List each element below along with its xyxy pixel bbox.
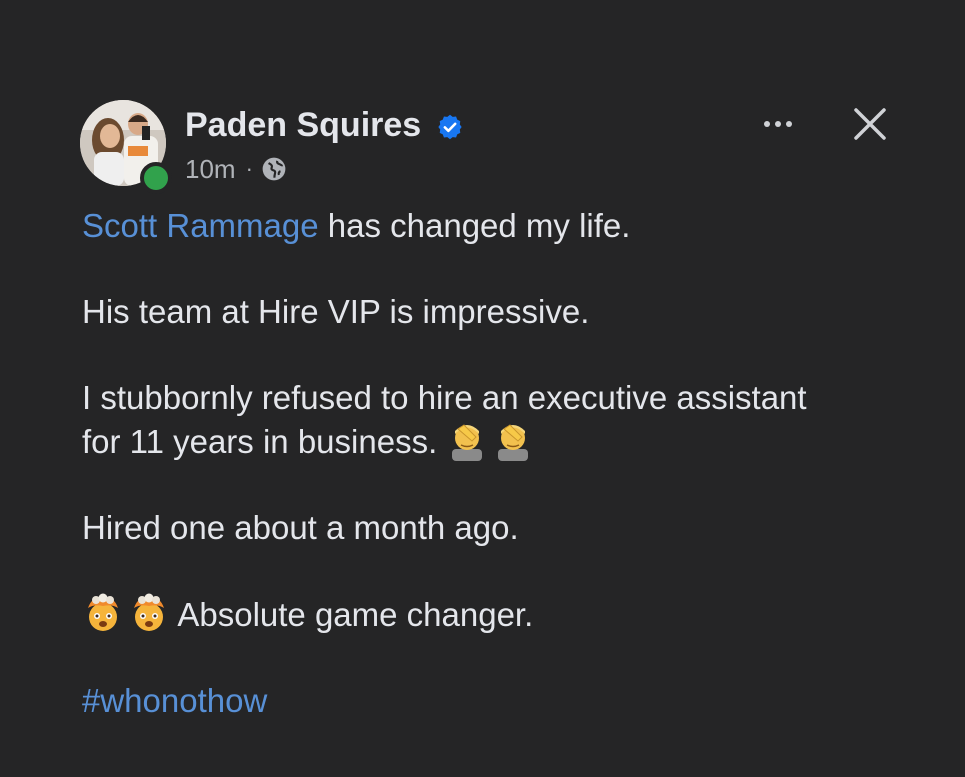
exploding-head-emoji-icon <box>134 593 164 631</box>
close-icon[interactable] <box>850 104 890 144</box>
more-options-button[interactable] <box>756 114 800 134</box>
author-avatar[interactable] <box>80 100 172 194</box>
hashtag-link[interactable]: #whonothow <box>82 679 922 722</box>
paragraph-text: has changed my life. <box>318 207 631 244</box>
post-header: Paden Squires 10m · <box>80 100 890 194</box>
facepalm-emoji-icon <box>452 424 483 461</box>
more-horizontal-icon-dot <box>764 121 770 127</box>
post-paragraph: His team at Hire VIP is impressive. <box>82 293 590 330</box>
post-paragraph: Scott Rammage has changed my life. <box>82 204 922 247</box>
paragraph-text: I stubbornly refused to hire an executiv… <box>82 379 807 416</box>
online-status-indicator <box>140 162 172 194</box>
post-body: Scott Rammage has changed my life. His t… <box>82 204 922 765</box>
facepalm-emoji-icon <box>498 424 529 461</box>
post-paragraph: Hired one about a month ago. <box>82 509 519 546</box>
post-paragraph: Absolute game changer. <box>82 592 922 636</box>
globe-icon <box>262 157 286 181</box>
more-horizontal-icon-dot <box>775 121 781 127</box>
post-timestamp[interactable]: 10m <box>185 154 236 185</box>
post-paragraph: I stubbornly refused to hire an executiv… <box>82 376 922 463</box>
mention-link[interactable]: Scott Rammage <box>82 207 319 244</box>
verified-badge-icon <box>438 114 462 140</box>
meta-separator: · <box>245 156 253 181</box>
paragraph-text: for 11 years in business. <box>82 423 438 460</box>
paragraph-text: Absolute game changer. <box>177 596 534 633</box>
post-card: Paden Squires 10m · Scott Rammage has ch… <box>0 0 965 777</box>
post-meta: 10m · <box>185 154 287 184</box>
exploding-head-emoji-icon <box>88 593 118 631</box>
more-horizontal-icon-dot <box>786 121 792 127</box>
author-name[interactable]: Paden Squires <box>185 106 421 145</box>
